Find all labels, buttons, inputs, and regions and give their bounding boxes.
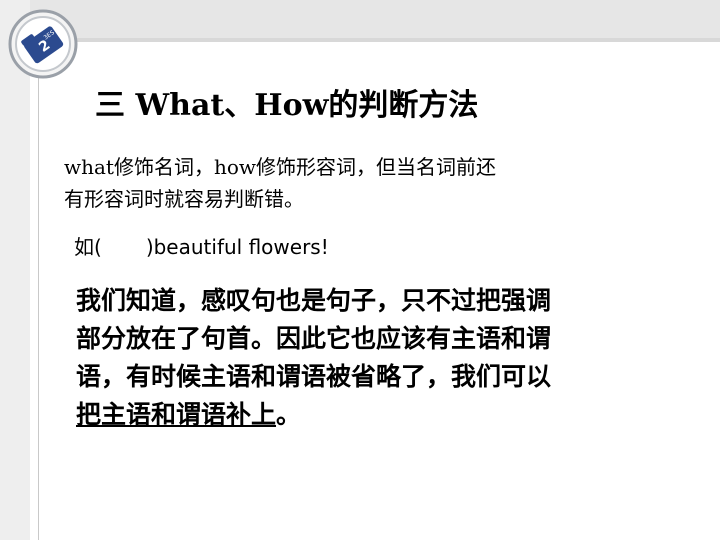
paragraph2-underlined-phrase: 把主语和谓语补上 <box>76 400 277 429</box>
paragraph2-line1: 我们知道，感叹句也是句子，只不过把强调 <box>76 286 552 315</box>
slide-left-rule <box>38 24 39 540</box>
paragraph-exclamation-explanation: 我们知道，感叹句也是句子，只不过把强调 部分放在了句首。因此它也应该有主语和谓 … <box>76 282 696 434</box>
slide-title: 三 What、How的判断方法 <box>95 88 479 123</box>
paragraph-what-how-rule: what修饰名词，how修饰形容词，但当名词前还 有形容词时就容易判断错。 <box>64 151 664 215</box>
paragraph2-line3: 语，有时候主语和谓语被省略了，我们可以 <box>76 362 552 391</box>
slide-top-band-shadow <box>0 38 720 42</box>
paragraph2-line4: 把主语和谓语补上。 <box>76 396 696 434</box>
example-suffix: )beautiful flowers! <box>145 235 329 259</box>
paragraph1-line2: 有形容词时就容易判断错。 <box>64 187 304 211</box>
example-prefix: 如( <box>74 235 102 259</box>
slide-top-band <box>0 0 720 39</box>
paragraph2-line2: 部分放在了句首。因此它也应该有主语和谓 <box>76 324 552 353</box>
example-sentence: 如( )beautiful flowers! <box>74 231 329 260</box>
paragraph1-line1: what修饰名词，how修饰形容词，但当名词前还 <box>64 155 497 179</box>
paragraph2-line4-end: 。 <box>276 400 302 429</box>
folder-key-icon: 2 3ES <box>8 9 78 79</box>
slide-left-frame <box>0 0 30 540</box>
